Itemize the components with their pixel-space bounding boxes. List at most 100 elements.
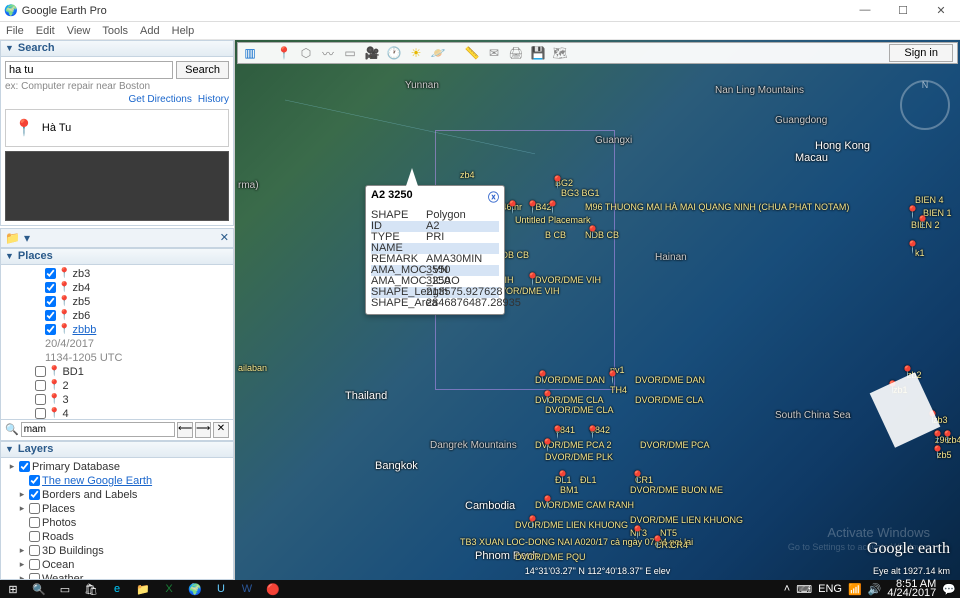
search-panel-header[interactable]: ▼Search bbox=[0, 40, 234, 57]
map-pushpin-icon[interactable] bbox=[885, 380, 895, 394]
chrome-icon[interactable]: 🔴 bbox=[264, 583, 282, 596]
history-icon[interactable]: 🕐 bbox=[386, 45, 402, 61]
layers-item[interactable]: The new Google Earth bbox=[3, 474, 231, 488]
layers-item[interactable]: ▸Weather bbox=[3, 572, 231, 580]
item-checkbox[interactable] bbox=[35, 380, 46, 391]
places-tree[interactable]: 📍zb3📍zb4📍zb5📍zb6📍zbbb20/4/20171134-1205 … bbox=[0, 265, 234, 420]
item-checkbox[interactable] bbox=[35, 366, 46, 377]
item-checkbox[interactable] bbox=[45, 268, 56, 279]
tray-notifications-icon[interactable]: 💬 bbox=[942, 583, 956, 596]
places-filter-input[interactable] bbox=[21, 422, 175, 437]
tray-keyboard-icon[interactable]: ⌨ bbox=[796, 583, 812, 596]
map-pushpin-icon[interactable] bbox=[650, 535, 660, 549]
balloon-close-icon[interactable]: ⓧ bbox=[488, 189, 499, 205]
layers-item[interactable]: ▸3D Buildings bbox=[3, 544, 231, 558]
menu-edit[interactable]: Edit bbox=[36, 25, 55, 37]
map-pushpin-icon[interactable] bbox=[940, 430, 950, 444]
store-icon[interactable]: 🛍 bbox=[82, 583, 100, 596]
image-overlay-icon[interactable]: ▭ bbox=[342, 45, 358, 61]
places-item[interactable]: 1134-1205 UTC bbox=[3, 351, 231, 365]
places-item[interactable]: 📍zb3 bbox=[3, 267, 231, 281]
maximize-button[interactable]: ☐ bbox=[888, 4, 918, 17]
places-item[interactable]: 📍zb4 bbox=[3, 281, 231, 295]
add-icon[interactable]: ▾ bbox=[24, 231, 30, 245]
map-pushpin-icon[interactable] bbox=[550, 425, 560, 439]
hide-sidebar-icon[interactable]: ▥ bbox=[242, 45, 258, 61]
item-checkbox[interactable] bbox=[35, 408, 46, 419]
email-icon[interactable]: ✉ bbox=[486, 45, 502, 61]
earth-icon[interactable]: 🌍 bbox=[186, 583, 204, 596]
map-pushpin-icon[interactable] bbox=[630, 470, 640, 484]
polygon-icon[interactable]: ⬡ bbox=[298, 45, 314, 61]
map-pushpin-icon[interactable] bbox=[555, 470, 565, 484]
item-checkbox[interactable] bbox=[35, 394, 46, 405]
item-checkbox[interactable] bbox=[29, 531, 40, 542]
map-pushpin-icon[interactable] bbox=[930, 445, 940, 459]
places-item[interactable]: 📍zb5 bbox=[3, 295, 231, 309]
item-checkbox[interactable] bbox=[29, 545, 40, 556]
item-checkbox[interactable] bbox=[29, 517, 40, 528]
places-item[interactable]: 📍4 bbox=[3, 407, 231, 420]
search-button[interactable]: Search bbox=[176, 61, 229, 79]
item-checkbox[interactable] bbox=[45, 296, 56, 307]
tray-up-icon[interactable]: ˄ bbox=[784, 583, 790, 595]
layers-item[interactable]: ▸Places bbox=[3, 502, 231, 516]
map-pushpin-icon[interactable] bbox=[505, 200, 515, 214]
clear-button[interactable]: ✕ bbox=[213, 422, 229, 438]
taskview-icon[interactable]: ▭ bbox=[56, 583, 74, 596]
close-button[interactable]: ✕ bbox=[926, 4, 956, 17]
item-checkbox[interactable] bbox=[29, 475, 40, 486]
ruler-icon[interactable]: 📏 bbox=[464, 45, 480, 61]
item-checkbox[interactable] bbox=[45, 282, 56, 293]
item-checkbox[interactable] bbox=[45, 310, 56, 321]
tray-date[interactable]: 4/24/2017 bbox=[887, 589, 936, 598]
layers-item[interactable]: Photos bbox=[3, 516, 231, 530]
minimize-button[interactable]: — bbox=[850, 4, 880, 17]
get-directions-link[interactable]: Get Directions bbox=[129, 94, 192, 105]
places-item[interactable]: 📍2 bbox=[3, 379, 231, 393]
word-icon[interactable]: W bbox=[238, 583, 256, 595]
planet-icon[interactable]: 🪐 bbox=[430, 45, 446, 61]
item-checkbox[interactable] bbox=[19, 461, 30, 472]
map-pushpin-icon[interactable] bbox=[630, 525, 640, 539]
next-button[interactable]: ⟶ bbox=[195, 422, 211, 438]
layers-tree[interactable]: ▸Primary DatabaseThe new Google Earth▸Bo… bbox=[0, 458, 234, 580]
layers-panel-header[interactable]: ▼Layers bbox=[0, 441, 234, 458]
close-panel-icon[interactable]: ✕ bbox=[220, 231, 229, 244]
signin-button[interactable]: Sign in bbox=[889, 44, 953, 62]
placemark-icon[interactable]: 📍 bbox=[276, 45, 292, 61]
print-icon[interactable]: 🖨 bbox=[508, 45, 524, 61]
map-pushpin-icon[interactable] bbox=[535, 370, 545, 384]
search-taskbar-icon[interactable]: 🔍 bbox=[30, 583, 48, 596]
item-checkbox[interactable] bbox=[29, 489, 40, 500]
map-pushpin-icon[interactable] bbox=[545, 200, 555, 214]
menu-view[interactable]: View bbox=[67, 25, 91, 37]
tray-lang[interactable]: ENG bbox=[818, 583, 842, 595]
item-checkbox[interactable] bbox=[29, 559, 40, 570]
places-item[interactable]: 20/4/2017 bbox=[3, 337, 231, 351]
layers-item[interactable]: ▸Borders and Labels bbox=[3, 488, 231, 502]
map-pushpin-icon[interactable] bbox=[605, 370, 615, 384]
menu-help[interactable]: Help bbox=[172, 25, 195, 37]
ultraviewer-icon[interactable]: U bbox=[212, 583, 230, 595]
places-item[interactable]: 📍zb6 bbox=[3, 309, 231, 323]
view-maps-icon[interactable]: 🗺 bbox=[552, 45, 568, 61]
map-pushpin-icon[interactable] bbox=[550, 175, 560, 189]
layers-item[interactable]: ▸Ocean bbox=[3, 558, 231, 572]
tray-volume-icon[interactable]: 🔊 bbox=[868, 583, 882, 596]
taskbar[interactable]: ⊞ 🔍 ▭ 🛍 e 📁 X 🌍 U W 🔴 ˄ ⌨ ENG 📶 🔊 8:51 A… bbox=[0, 580, 960, 598]
map-pushpin-icon[interactable] bbox=[525, 515, 535, 529]
sun-icon[interactable]: ☀ bbox=[408, 45, 424, 61]
map-pushpin-icon[interactable] bbox=[585, 425, 595, 439]
edge-icon[interactable]: e bbox=[108, 583, 126, 595]
menu-file[interactable]: File bbox=[6, 25, 24, 37]
save-image-icon[interactable]: 💾 bbox=[530, 45, 546, 61]
path-icon[interactable]: 〰 bbox=[320, 45, 336, 61]
map-viewport[interactable]: ▥ 📍 ⬡ 〰 ▭ 🎥 🕐 ☀ 🪐 📏 ✉ 🖨 💾 🗺 Sign in bbox=[235, 40, 960, 580]
map-pushpin-icon[interactable] bbox=[540, 390, 550, 404]
map-pushpin-icon[interactable] bbox=[585, 225, 595, 239]
item-checkbox[interactable] bbox=[29, 503, 40, 514]
places-panel-header[interactable]: ▼Places bbox=[0, 248, 234, 265]
explorer-icon[interactable]: 📁 bbox=[134, 583, 152, 596]
places-item[interactable]: 📍BD1 bbox=[3, 365, 231, 379]
